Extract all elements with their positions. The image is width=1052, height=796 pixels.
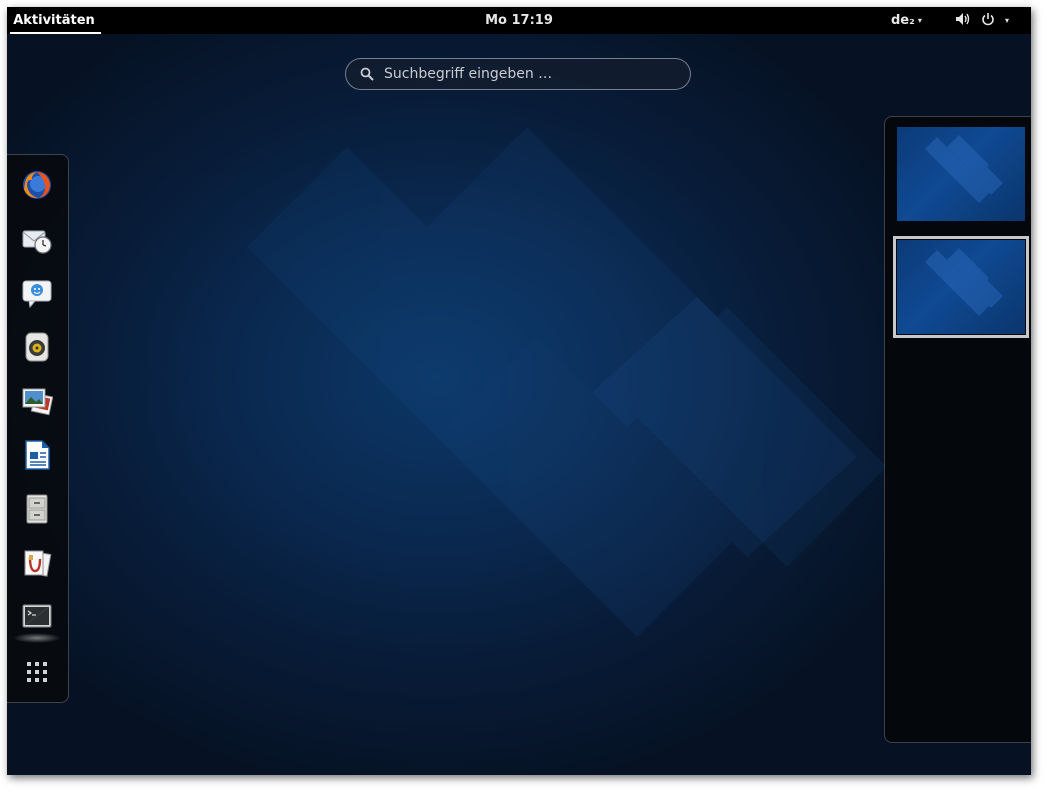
wallpaper (7, 7, 1031, 775)
power-icon (981, 12, 995, 30)
dash-item-files[interactable] (17, 489, 57, 529)
grid-icon (27, 662, 47, 682)
search-icon (360, 67, 374, 81)
activities-button[interactable]: Aktivitäten (7, 7, 101, 34)
dash-item-terminal[interactable] (17, 597, 57, 637)
document-writer-icon (25, 440, 50, 470)
dash-item-evolution[interactable] (17, 219, 57, 259)
speaker-icon (25, 332, 49, 362)
dash-item-writer[interactable] (17, 435, 57, 475)
activities-label: Aktivitäten (13, 13, 95, 28)
show-applications-button[interactable] (17, 652, 57, 692)
dash-item-firefox[interactable] (17, 165, 57, 205)
workspace-thumbnail-1[interactable] (897, 127, 1025, 221)
running-indicator (13, 633, 61, 643)
search-entry[interactable]: Suchbegriff eingeben … (345, 58, 691, 90)
workspace-switcher (884, 116, 1031, 743)
chevron-down-icon: ▾ (1005, 16, 1010, 25)
dash (7, 154, 69, 703)
volume-icon (955, 12, 971, 30)
desktop-screen: Aktivitäten Mo 17:19 de₂ ▾ ▾ Suchbegriff… (7, 7, 1031, 775)
dash-item-software[interactable] (17, 543, 57, 583)
terminal-icon (22, 604, 52, 628)
chevron-down-icon: ▾ (917, 16, 922, 25)
package-icon (24, 550, 52, 577)
dash-item-empathy[interactable] (17, 273, 57, 313)
mail-clock-icon (22, 230, 52, 254)
dash-item-shotwell[interactable] (17, 381, 57, 421)
keyboard-layout-label: de₂ (891, 13, 915, 28)
keyboard-layout-indicator[interactable]: de₂ ▾ (891, 7, 922, 34)
clock-button[interactable]: Mo 17:19 (477, 7, 561, 34)
firefox-icon (23, 171, 51, 199)
chat-bubble-icon (22, 280, 52, 309)
system-menu-button[interactable]: ▾ (955, 7, 1009, 34)
search-placeholder: Suchbegriff eingeben … (384, 66, 553, 82)
top-bar: Aktivitäten Mo 17:19 de₂ ▾ ▾ (7, 7, 1031, 34)
workspace-thumbnail-2[interactable] (893, 236, 1029, 338)
file-cabinet-icon (26, 494, 48, 524)
clock-label: Mo 17:19 (485, 13, 553, 28)
photos-icon (22, 388, 53, 416)
dash-item-rhythmbox[interactable] (17, 327, 57, 367)
